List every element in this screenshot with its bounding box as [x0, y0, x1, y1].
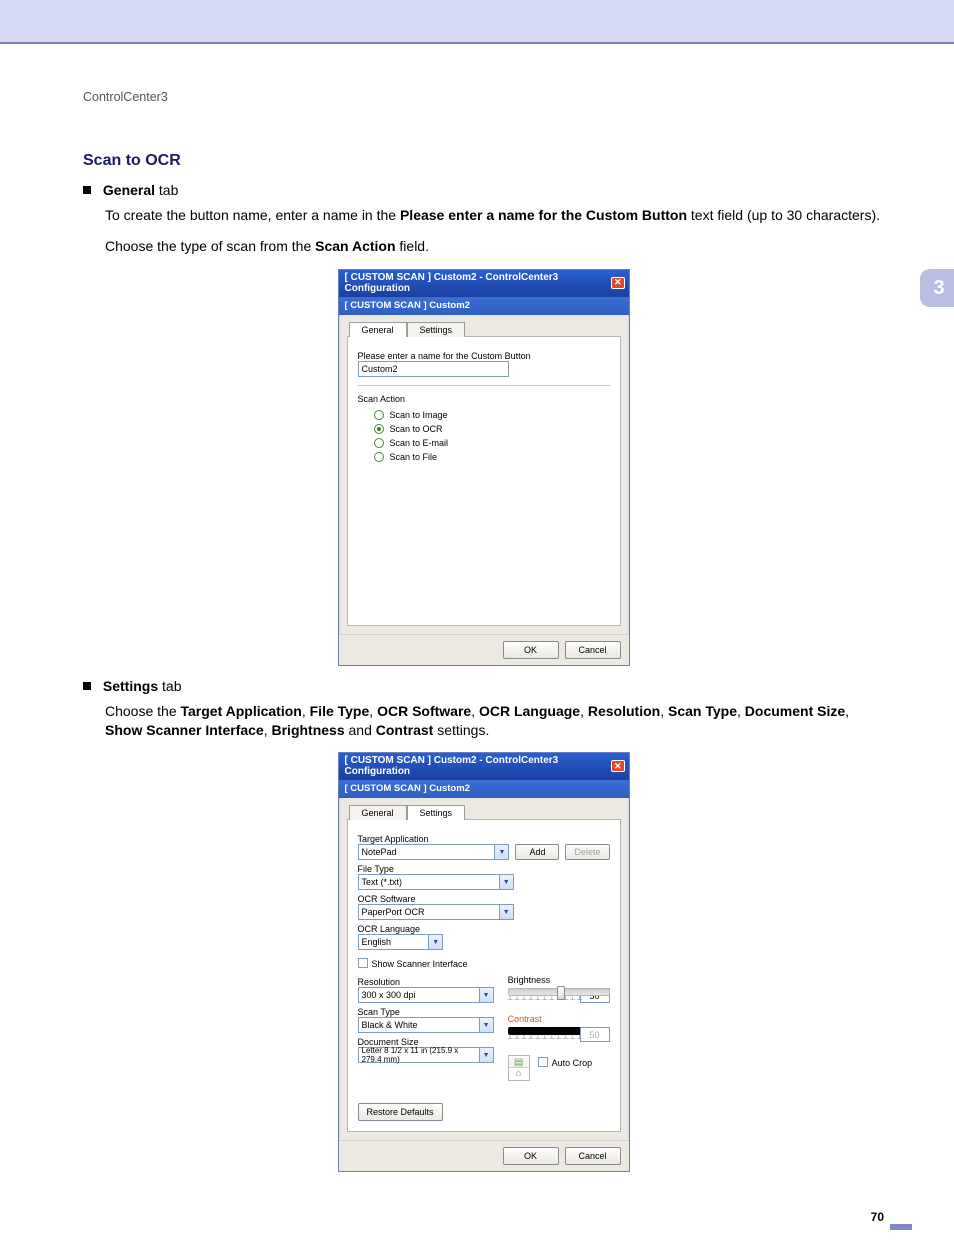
- chapter-marker: 3: [920, 269, 954, 307]
- bullet-text-rest: tab: [158, 678, 181, 694]
- document-size-dropdown[interactable]: Letter 8 1/2 x 11 in (215.9 x 279.4 mm)▼: [358, 1047, 494, 1063]
- restore-defaults-button[interactable]: Restore Defaults: [358, 1103, 443, 1121]
- dialog1-titlebar: [ CUSTOM SCAN ] Custom2 - ControlCenter3…: [339, 270, 629, 297]
- ok-button[interactable]: OK: [503, 641, 559, 659]
- dialog1-title-text: [ CUSTOM SCAN ] Custom2 - ControlCenter3…: [345, 272, 612, 294]
- top-header-band: [0, 0, 954, 44]
- checkbox-icon: [538, 1057, 548, 1067]
- ok-button[interactable]: OK: [503, 1147, 559, 1165]
- radio-icon: [374, 424, 384, 434]
- paragraph-create-button-name: To create the button name, enter a name …: [105, 206, 884, 225]
- bullet-square-icon: [83, 682, 91, 690]
- brightness-slider[interactable]: [508, 988, 610, 996]
- checkbox-icon: [358, 958, 368, 968]
- label-ocr-language: OCR Language: [358, 924, 610, 934]
- radio-icon: [374, 438, 384, 448]
- ocr-software-dropdown[interactable]: PaperPort OCR▼: [358, 904, 514, 920]
- radio-scan-to-image[interactable]: Scan to Image: [374, 410, 610, 420]
- radio-icon: [374, 452, 384, 462]
- resolution-dropdown[interactable]: 300 x 300 dpi▼: [358, 987, 494, 1003]
- scan-type-dropdown[interactable]: Black & White▼: [358, 1017, 494, 1033]
- dialog-general-tab: [ CUSTOM SCAN ] Custom2 - ControlCenter3…: [338, 269, 630, 666]
- label-target-app: Target Application: [358, 834, 610, 844]
- label-brightness: Brightness: [508, 975, 610, 985]
- dialog1-button-bar: OK Cancel: [339, 634, 629, 665]
- label-resolution: Resolution: [358, 977, 494, 987]
- add-button[interactable]: Add: [515, 844, 559, 860]
- delete-button: Delete: [565, 844, 609, 860]
- show-scanner-interface-checkbox[interactable]: Show Scanner Interface: [358, 958, 610, 969]
- paragraph-choose-settings: Choose the Target Application, File Type…: [105, 702, 884, 741]
- chevron-down-icon: ▼: [479, 988, 493, 1002]
- dialog1-panel: Please enter a name for the Custom Butto…: [347, 336, 621, 626]
- radio-scan-to-ocr[interactable]: Scan to OCR: [374, 424, 610, 434]
- chevron-down-icon: ▼: [479, 1018, 493, 1032]
- bullet-text-strong: General: [103, 182, 155, 198]
- radio-icon: [374, 410, 384, 420]
- dialog1-subtitle: [ CUSTOM SCAN ] Custom2: [339, 297, 629, 315]
- custom-name-input[interactable]: Custom2: [358, 361, 509, 377]
- radio-scan-to-file[interactable]: Scan to File: [374, 452, 610, 462]
- chevron-down-icon: ▼: [494, 845, 508, 859]
- slider-thumb-icon: [557, 986, 565, 1000]
- label-scan-type: Scan Type: [358, 1007, 494, 1017]
- dialog2-button-bar: OK Cancel: [339, 1140, 629, 1171]
- page-footer: 70: [83, 1200, 884, 1224]
- chevron-down-icon: ▼: [428, 935, 442, 949]
- dialog-settings-tab: [ CUSTOM SCAN ] Custom2 - ControlCenter3…: [338, 752, 630, 1172]
- tab-settings[interactable]: Settings: [407, 322, 466, 337]
- section-title: Scan to OCR: [83, 152, 884, 170]
- dialog2-panel: Target Application NotePad▼ Add Delete F…: [347, 819, 621, 1132]
- close-icon[interactable]: ✕: [611, 277, 624, 289]
- bullet-text-rest: tab: [155, 182, 178, 198]
- file-type-dropdown[interactable]: Text (*.txt)▼: [358, 874, 514, 890]
- label-scan-action: Scan Action: [358, 394, 610, 404]
- radio-scan-to-email[interactable]: Scan to E-mail: [374, 438, 610, 448]
- bullet-square-icon: [83, 186, 91, 194]
- scan-preview-icon[interactable]: ▤ ⌂: [508, 1055, 530, 1081]
- label-enter-name: Please enter a name for the Custom Butto…: [358, 351, 610, 361]
- bullet-settings-tab: Settings tab: [83, 678, 884, 694]
- dialog1-tabs: GeneralSettings: [349, 321, 629, 336]
- chevron-down-icon: ▼: [479, 1048, 493, 1062]
- dialog2-tabs: GeneralSettings: [349, 804, 629, 819]
- footer-accent-bar: [890, 1224, 912, 1230]
- breadcrumb: ControlCenter3: [83, 90, 884, 104]
- auto-crop-checkbox[interactable]: Auto Crop: [538, 1057, 593, 1068]
- tab-general[interactable]: General: [349, 322, 407, 337]
- label-file-type: File Type: [358, 864, 610, 874]
- bullet-text-strong: Settings: [103, 678, 158, 694]
- tab-general[interactable]: General: [349, 805, 407, 820]
- cancel-button[interactable]: Cancel: [565, 641, 621, 659]
- close-icon[interactable]: ✕: [611, 760, 624, 772]
- paragraph-choose-scan-action: Choose the type of scan from the Scan Ac…: [105, 237, 884, 256]
- dialog2-subtitle: [ CUSTOM SCAN ] Custom2: [339, 780, 629, 798]
- target-app-dropdown[interactable]: NotePad▼: [358, 844, 510, 860]
- ocr-language-dropdown[interactable]: English▼: [358, 934, 444, 950]
- chevron-down-icon: ▼: [499, 905, 513, 919]
- label-contrast: Contrast: [508, 1014, 610, 1024]
- bullet-general-tab: General tab: [83, 182, 884, 198]
- tab-settings[interactable]: Settings: [407, 805, 466, 820]
- label-ocr-software: OCR Software: [358, 894, 610, 904]
- page-number: 70: [871, 1210, 884, 1224]
- chevron-down-icon: ▼: [499, 875, 513, 889]
- dialog2-title-text: [ CUSTOM SCAN ] Custom2 - ControlCenter3…: [345, 755, 612, 777]
- cancel-button[interactable]: Cancel: [565, 1147, 621, 1165]
- dialog2-titlebar: [ CUSTOM SCAN ] Custom2 - ControlCenter3…: [339, 753, 629, 780]
